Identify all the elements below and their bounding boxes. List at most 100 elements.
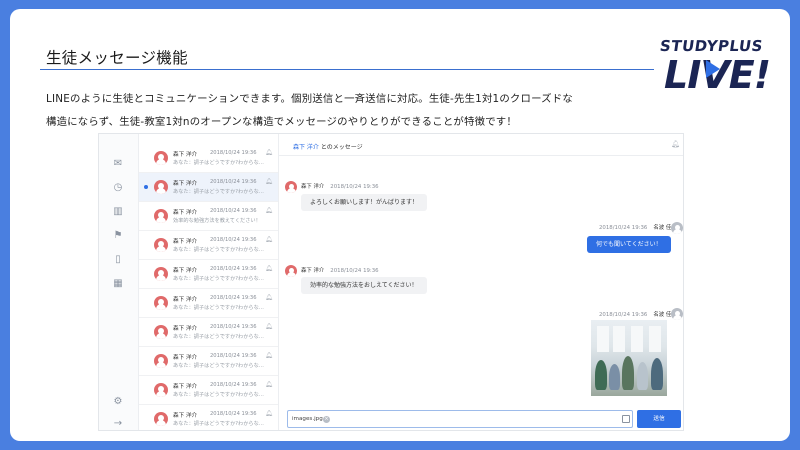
list-item[interactable]: 森下 洋介 2018/10/24 19:36 あなた：調子はどうですか?わからな… 🔔… [139, 405, 278, 430]
message-meta: 森下 洋介 2018/10/24 19:36 [301, 184, 379, 190]
list-item[interactable]: 森下 洋介 2018/10/24 19:36 あなた：調子はどうですか?わからな… 🔔… [139, 144, 278, 173]
title-divider [40, 69, 654, 70]
list-item-name: 森下 洋介 [173, 297, 198, 303]
list-item-name: 森下 洋介 [173, 326, 198, 332]
bell-icon[interactable]: 🔔︎ [265, 323, 273, 330]
bell-icon[interactable]: 🔔︎ [265, 381, 273, 388]
avatar [154, 325, 168, 339]
mail-icon[interactable]: ✉ [111, 158, 125, 170]
list-item-date: 2018/10/24 19:36 [210, 382, 257, 388]
list-item-preview: あなた：調子はどうですか?わからな… [173, 334, 264, 340]
list-item-preview: あなた：調子はどうですか?わからな… [173, 189, 264, 195]
list-item-name: 森下 洋介 [173, 384, 198, 390]
photo-attachment[interactable] [591, 320, 667, 396]
avatar [154, 354, 168, 368]
list-item[interactable]: 森下 洋介 2018/10/24 19:36 あなた：調子はどうですか?わからな… 🔔… [139, 318, 278, 347]
list-item-preview: あなた：調子はどうですか?わからな… [173, 421, 264, 427]
list-item-date: 2018/10/24 19:36 [210, 179, 257, 185]
bell-icon[interactable]: 🔔︎ [265, 265, 273, 272]
list-item-name: 森下 洋介 [173, 239, 198, 245]
play-icon [706, 60, 720, 78]
list-item-preview: あなた：調子はどうですか?わからな… [173, 305, 264, 311]
list-item-preview: 効率的な勉強方法を教えてください！ [173, 218, 261, 224]
list-item-name: 森下 洋介 [173, 152, 198, 158]
remove-attachment-icon[interactable]: × [323, 416, 330, 423]
chat-title: 森下 洋介 とのメッセージ [293, 142, 363, 151]
calendar-icon[interactable]: ▦ [111, 278, 125, 290]
bell-icon[interactable]: 🔔︎ [265, 410, 273, 417]
list-item-name: 森下 洋介 [173, 181, 198, 187]
list-item[interactable]: 森下 洋介 2018/10/24 19:36 あなた：調子はどうですか?わからな… 🔔… [139, 289, 278, 318]
message-bubble: よろしくお願いします！がんばります！ [301, 194, 428, 211]
list-item-date: 2018/10/24 19:36 [210, 295, 257, 301]
avatar [154, 238, 168, 252]
list-item[interactable]: 森下 洋介 2018/10/24 19:36 効率的な勉強方法を教えてください！ 🔔︎ [139, 202, 278, 231]
avatar [154, 383, 168, 397]
list-item[interactable]: 森下 洋介 2018/10/24 19:36 あなた：調子はどうですか?わからな… 🔔… [139, 173, 278, 202]
logout-icon[interactable]: → [111, 418, 125, 430]
list-item-name: 森下 洋介 [173, 413, 198, 419]
bell-icon[interactable]: 🔔︎ [265, 294, 273, 301]
list-item-date: 2018/10/24 19:36 [210, 324, 257, 330]
avatar [154, 209, 168, 223]
flag-icon[interactable]: ⚑ [111, 230, 125, 242]
list-item-date: 2018/10/24 19:36 [210, 266, 257, 272]
description-line-2: 構造にならず、生徒-教室1対nのオープンな構造でメッセージのやりとりができること… [46, 116, 517, 128]
avatar [154, 412, 168, 426]
send-button[interactable]: 送信 [637, 410, 681, 428]
brand-logo: STUDYPLUS LIVE! [659, 37, 771, 117]
avatar [671, 222, 683, 234]
chat-partner-name[interactable]: 森下 洋介 [293, 144, 319, 151]
bell-icon[interactable]: 🔔︎ [265, 236, 273, 243]
list-item[interactable]: 森下 洋介 2018/10/24 19:36 あなた：調子はどうですか?わからな… 🔔… [139, 376, 278, 405]
chat-header: 森下 洋介 とのメッセージ 🔔︎ [279, 134, 683, 156]
list-item[interactable]: 森下 洋介 2018/10/24 19:36 あなた：調子はどうですか?わからな… 🔔… [139, 260, 278, 289]
message-bubble: 効率的な勉強方法をおしえてください！ [301, 277, 427, 294]
list-item-name: 森下 洋介 [173, 268, 198, 274]
avatar [154, 180, 168, 194]
list-item-name: 森下 洋介 [173, 355, 198, 361]
bell-icon[interactable]: 🔔︎ [265, 149, 273, 156]
avatar [671, 308, 683, 320]
bell-icon[interactable]: 🔔︎ [265, 352, 273, 359]
clock-icon[interactable]: ◷ [111, 182, 125, 194]
list-item-date: 2018/10/24 19:36 [210, 353, 257, 359]
list-item-date: 2018/10/24 19:36 [210, 237, 257, 243]
bell-icon[interactable]: 🔔︎ [265, 207, 273, 214]
message-meta: 2018/10/24 19:36 名波 佳也 [599, 225, 677, 231]
gear-icon[interactable]: ⚙ [111, 396, 125, 408]
message-composer[interactable]: images.jpg × [287, 410, 633, 428]
list-item-preview: あなた：調子はどうですか?わからな… [173, 160, 264, 166]
message-bubble: 何でも聞いてください！ [587, 236, 671, 253]
icon-rail: ✉ ◷ ▥ ⚑ ▯ ▦ ⚙ → [99, 134, 139, 430]
bell-icon[interactable]: 🔔︎ [671, 140, 680, 148]
clipboard-icon[interactable]: ▯ [111, 254, 125, 266]
avatar [154, 151, 168, 165]
chart-icon[interactable]: ▥ [111, 206, 125, 218]
list-item-date: 2018/10/24 19:36 [210, 208, 257, 214]
unread-dot [144, 185, 148, 189]
image-icon[interactable] [622, 415, 630, 423]
chat-title-suffix: とのメッセージ [320, 144, 363, 151]
slide-title: 生徒メッセージ機能 [46, 49, 188, 67]
app-screenshot: ✉ ◷ ▥ ⚑ ▯ ▦ ⚙ → 森下 洋介 2018/10/24 19:36 あなた… [98, 133, 684, 431]
avatar [154, 296, 168, 310]
list-item-name: 森下 洋介 [173, 210, 198, 216]
list-item-date: 2018/10/24 19:36 [210, 411, 257, 417]
list-item-preview: あなた：調子はどうですか?わからな… [173, 392, 264, 398]
avatar [285, 181, 297, 193]
message-meta: 森下 洋介 2018/10/24 19:36 [301, 268, 379, 274]
bell-icon[interactable]: 🔔︎ [265, 178, 273, 185]
avatar [285, 265, 297, 277]
list-item-preview: あなた：調子はどうですか?わからな… [173, 363, 264, 369]
slide: 生徒メッセージ機能 STUDYPLUS LIVE! LINEのように生徒とコミュ… [10, 9, 790, 441]
description-line-1: LINEのように生徒とコミュニケーションできます。個別送信と一斉送信に対応。生徒… [46, 93, 573, 105]
list-item-date: 2018/10/24 19:36 [210, 150, 257, 156]
list-item-preview: あなた：調子はどうですか?わからな… [173, 276, 264, 282]
conversation-list: 森下 洋介 2018/10/24 19:36 あなた：調子はどうですか?わからな… 🔔… [139, 134, 279, 430]
list-item[interactable]: 森下 洋介 2018/10/24 19:36 あなた：調子はどうですか?わからな… 🔔… [139, 231, 278, 260]
list-item-preview: あなた：調子はどうですか?わからな… [173, 247, 264, 253]
attachment-filename: images.jpg [292, 416, 323, 422]
list-item[interactable]: 森下 洋介 2018/10/24 19:36 あなた：調子はどうですか?わからな… 🔔… [139, 347, 278, 376]
avatar [154, 267, 168, 281]
